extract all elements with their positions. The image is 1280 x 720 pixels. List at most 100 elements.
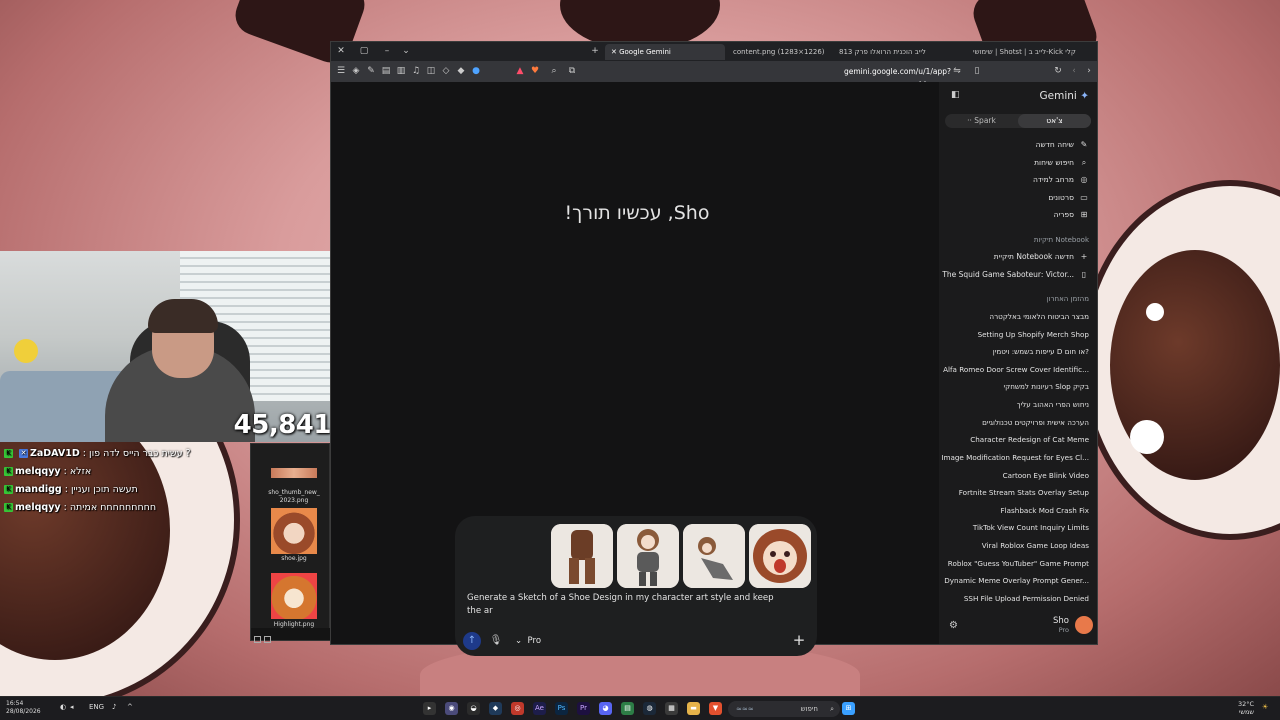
brave-icon[interactable]: ♥ — [529, 65, 541, 77]
user-profile[interactable]: Sho Pro — [1053, 616, 1069, 634]
mic-icon[interactable]: ♪ — [112, 703, 116, 711]
brand-label: Gemini — [1039, 90, 1077, 102]
windows-start-icon[interactable]: ⊞ — [842, 702, 855, 715]
steam-icon[interactable]: ◍ — [643, 702, 656, 715]
back-icon[interactable]: ‹ — [1068, 65, 1080, 77]
recent-chat-item[interactable]: Roblox "Guess YouTuber" Game Prompt — [948, 559, 1089, 568]
alert-icon[interactable]: ▲ — [514, 65, 526, 77]
recent-chat-item[interactable]: TikTok View Count Inquiry Limits — [973, 523, 1089, 532]
sidebar-item-new-chat[interactable]: שיחה חדשה ✎ — [1036, 138, 1089, 152]
collapse-sidebar-icon[interactable]: ◧ — [951, 90, 961, 100]
recent-chat-item[interactable]: Setting Up Shopify Merch Shop — [978, 330, 1089, 339]
attachment-thumbnail[interactable] — [683, 524, 745, 588]
translate-icon[interactable]: ⧉ — [566, 65, 578, 77]
sidebar-item-search-chats[interactable]: חיפוש שיחות ⌕ — [1034, 156, 1089, 170]
new-tab-icon[interactable]: + — [588, 44, 602, 58]
brave-browser-icon[interactable]: ▼ — [709, 702, 722, 715]
shield-icon[interactable]: ◈ — [350, 65, 362, 77]
recent-chat-item[interactable]: SSH File Upload Permission Denied — [964, 594, 1089, 603]
prompt-input[interactable]: Generate a Sketch of a Shoe Design in my… — [467, 592, 787, 618]
recent-chat-item[interactable]: Alfa Romeo Door Screw Cover Identific... — [943, 365, 1089, 374]
terminal-app-icon[interactable]: ▸ — [423, 702, 436, 715]
send-button[interactable]: ↑ — [463, 632, 481, 650]
photoshop-icon[interactable]: Ps — [555, 702, 568, 715]
forward-icon[interactable]: › — [1083, 65, 1095, 77]
after-effects-icon[interactable]: Ae — [533, 702, 546, 715]
tab-chat[interactable]: צ'אט — [1018, 114, 1091, 128]
file-name[interactable]: sho_thumb_new_ 2023.png — [257, 489, 331, 505]
attachment-thumbnail[interactable] — [749, 524, 811, 588]
tab-live-episode[interactable]: לייב הוכנית הרואלו פרק 813 — [833, 44, 965, 60]
sidebar-item-library[interactable]: ספריה ⊞ — [1054, 208, 1089, 222]
premiere-icon[interactable]: Pr — [577, 702, 590, 715]
recent-chat-item[interactable]: רעיונות למשחקי Slop בקיק — [1004, 382, 1090, 391]
screenshot-icon[interactable]: ◫ — [425, 65, 437, 77]
language-indicator[interactable]: ENG — [89, 703, 104, 711]
zoom-icon[interactable]: ⌕ — [548, 65, 560, 77]
recent-chat-item[interactable]: Character Redesign of Cat Meme — [970, 435, 1089, 444]
tab-close-icon[interactable]: ✕ — [611, 48, 619, 56]
file-thumbnail[interactable] — [271, 468, 317, 478]
recent-chat-item[interactable]: ניחוש הפרי האהוב עליך — [1017, 400, 1089, 409]
minimize-icon[interactable]: – — [380, 44, 394, 58]
recent-chat-item[interactable]: הערכה אישית ופרויקטים טכנולוגיים — [982, 418, 1089, 427]
recent-chat-item[interactable]: Fortnite Stream Stats Overlay Setup — [959, 488, 1089, 497]
tab-kick-live[interactable]: שימושי | Shotst | לייב ב-Kick קלי — [967, 44, 1095, 60]
file-thumbnail[interactable] — [271, 573, 317, 619]
sidebar-item-new-notebook[interactable]: תיקיית Notebook חדשה + — [994, 250, 1089, 264]
reload-icon[interactable]: ↻ — [1052, 65, 1064, 77]
recent-chat-item[interactable]: Viral Roblox Game Loop Ideas — [982, 541, 1089, 550]
close-icon[interactable]: ✕ — [334, 44, 348, 58]
app-icon[interactable]: ◉ — [445, 702, 458, 715]
sidebar-item-videos[interactable]: סרטונים ▭ — [1048, 191, 1089, 205]
tab-google-gemini[interactable]: ✕ Google Gemini — [605, 44, 725, 60]
model-selector[interactable]: ⌄ Pro — [515, 634, 541, 648]
maximize-icon[interactable]: ▢ — [357, 44, 371, 58]
calendar-icon[interactable]: ▦ — [665, 702, 678, 715]
explorer-view-toggle[interactable] — [251, 628, 331, 643]
chevron-down-icon[interactable]: ⌄ — [399, 44, 413, 58]
bookmark-icon[interactable]: ▯ — [971, 65, 983, 77]
attachment-thumbnail[interactable] — [551, 524, 613, 588]
extension-icon[interactable]: ✎ — [365, 65, 377, 77]
sidebar-icon[interactable]: ▥ — [395, 65, 407, 77]
recent-chat-item[interactable]: עייפות בשמש: ויטמין D או חום? — [993, 347, 1089, 356]
recent-chat-item[interactable]: Flashback Mod Crash Fix — [1001, 506, 1089, 515]
discord-icon[interactable]: ◕ — [599, 702, 612, 715]
weather-widget[interactable]: 32°C שמשי — [1238, 700, 1254, 716]
sidebar-item-learning[interactable]: מרחב למידה ◎ — [1033, 173, 1089, 187]
add-attachment-button[interactable]: + — [791, 632, 807, 648]
notes-icon[interactable]: ▤ — [621, 702, 634, 715]
folder-icon[interactable]: ▬ — [687, 702, 700, 715]
app-icon[interactable]: ◎ — [511, 702, 524, 715]
sidebar-item-notebook[interactable]: The Squid Game Saboteur: Victor... ▯ — [942, 268, 1089, 282]
network-icon[interactable]: ◐ — [60, 703, 66, 711]
blue-extension-icon[interactable]: ● — [470, 65, 482, 77]
chevron-up-icon[interactable]: ^ — [127, 703, 133, 711]
attachment-pose-image — [683, 524, 745, 588]
tabs-icon[interactable]: ▤ — [380, 65, 392, 77]
recent-chat-item[interactable]: Dynamic Meme Overlay Prompt Gener... — [944, 576, 1089, 585]
recent-chat-item[interactable]: מבצר הביטוח הלאומי באלקטרה — [989, 312, 1089, 321]
volume-icon[interactable]: ◂ — [70, 703, 74, 711]
address-bar[interactable]: gemini.google.com/u/1/app?pageId=none — [801, 65, 951, 89]
taskbar-search[interactable]: ≈≈≈ חיפוש ⌕ — [728, 701, 840, 717]
recent-chat-item[interactable]: Image Modification Request for Eyes Cl..… — [941, 453, 1089, 462]
app-icon[interactable]: ◆ — [489, 702, 502, 715]
avatar[interactable] — [1075, 616, 1093, 634]
file-thumbnail[interactable] — [271, 508, 317, 554]
tab-spark[interactable]: ·· Spark — [945, 114, 1018, 128]
music-icon[interactable]: ♫ — [410, 65, 422, 77]
clock[interactable]: 16:54 28/08/2026 — [6, 700, 41, 716]
attachment-thumbnail[interactable] — [617, 524, 679, 588]
diamond-icon[interactable]: ◆ — [455, 65, 467, 77]
settings-gear-icon[interactable]: ⚙ — [949, 620, 958, 631]
tab-content-png[interactable]: content.png (1283×1226) — [727, 44, 831, 60]
menu-icon[interactable]: ☰ — [335, 65, 347, 77]
puzzle-icon[interactable]: ◇ — [440, 65, 452, 77]
file-name[interactable]: shoe.jpg — [257, 555, 331, 563]
recent-chat-item[interactable]: Cartoon Eye Blink Video — [1003, 471, 1089, 480]
tune-icon[interactable]: ⇋ — [951, 65, 963, 77]
app-icon[interactable]: ◒ — [467, 702, 480, 715]
microphone-icon[interactable]: 🎙 — [489, 633, 503, 649]
